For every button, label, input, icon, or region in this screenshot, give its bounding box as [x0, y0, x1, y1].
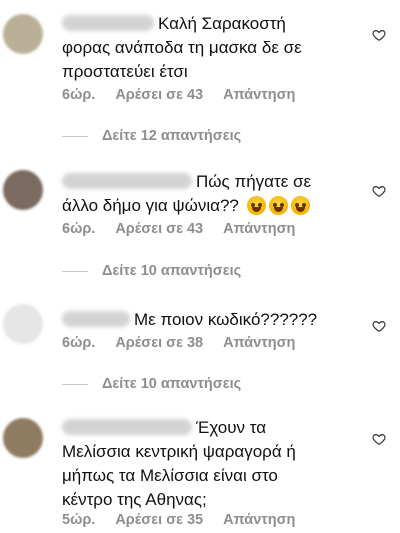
- username[interactable]: [62, 419, 192, 435]
- heart-outline-icon[interactable]: [372, 184, 386, 198]
- likes-count[interactable]: Αρέσει σε 43: [115, 221, 203, 237]
- avatar[interactable]: [3, 304, 43, 344]
- comment-item: Με ποιον κωδικό?????? 6ώρ. Αρέσει σε 38 …: [0, 290, 400, 370]
- comment-item: Έχουν τα Μελίσσια κεντρική ψαραγορά ή μή…: [0, 400, 400, 533]
- comment-meta: 6ώρ. Αρέσει σε 43 Απάντηση: [62, 87, 295, 103]
- view-replies-label: Δείτε 10 απαντήσεις: [102, 263, 242, 279]
- replies-divider: [62, 383, 88, 385]
- comment-item: Πώς πήγατε σε άλλο δήμο για ψώνια?? 6ώρ.…: [0, 150, 400, 270]
- heart-outline-icon[interactable]: [372, 432, 386, 446]
- laughing-emoji-icon: [290, 196, 310, 215]
- comment-item: Καλή Σαρακοστή φορας ανάποδα τη μασκα δε…: [0, 0, 400, 120]
- comments-feed: Καλή Σαρακοστή φορας ανάποδα τη μασκα δε…: [0, 0, 400, 533]
- comment-body: Καλή Σαρακοστή φορας ανάποδα τη μασκα δε…: [62, 12, 362, 84]
- reply-button[interactable]: Απάντηση: [223, 335, 295, 351]
- heart-outline-icon[interactable]: [372, 28, 386, 42]
- avatar[interactable]: [3, 418, 43, 458]
- replies-divider: [62, 135, 88, 137]
- comment-meta: 6ώρ. Αρέσει σε 43 Απάντηση: [62, 221, 295, 237]
- comment-time: 6ώρ.: [62, 87, 96, 103]
- username[interactable]: [62, 311, 130, 327]
- comment-time: 5ώρ.: [62, 512, 96, 528]
- reply-button[interactable]: Απάντηση: [223, 221, 295, 237]
- comment-time: 6ώρ.: [62, 221, 96, 237]
- comment-meta: 5ώρ. Αρέσει σε 35 Απάντηση: [62, 512, 295, 528]
- comment-time: 6ώρ.: [62, 335, 96, 351]
- heart-outline-icon[interactable]: [372, 319, 386, 333]
- comment-text: Με ποιον κωδικό??????: [134, 310, 318, 329]
- comment-body: Πώς πήγατε σε άλλο δήμο για ψώνια??: [62, 170, 362, 218]
- avatar[interactable]: [3, 14, 43, 54]
- reply-button[interactable]: Απάντηση: [223, 512, 295, 528]
- username[interactable]: [62, 173, 192, 189]
- likes-count[interactable]: Αρέσει σε 43: [115, 87, 203, 103]
- view-replies-label: Δείτε 12 απαντήσεις: [102, 128, 242, 144]
- username[interactable]: [62, 15, 154, 31]
- reply-button[interactable]: Απάντηση: [223, 87, 295, 103]
- view-replies-link[interactable]: Δείτε 10 απαντήσεις: [62, 376, 241, 392]
- replies-divider: [62, 270, 88, 272]
- laughing-emoji-icon: [268, 196, 288, 215]
- view-replies-link[interactable]: Δείτε 12 απαντήσεις: [62, 128, 241, 144]
- likes-count[interactable]: Αρέσει σε 35: [115, 512, 203, 528]
- comment-body: Έχουν τα Μελίσσια κεντρική ψαραγορά ή μή…: [62, 416, 362, 512]
- view-replies-link[interactable]: Δείτε 10 απαντήσεις: [62, 263, 241, 279]
- avatar[interactable]: [3, 170, 43, 210]
- view-replies-label: Δείτε 10 απαντήσεις: [102, 376, 242, 392]
- likes-count[interactable]: Αρέσει σε 38: [115, 335, 203, 351]
- comment-meta: 6ώρ. Αρέσει σε 38 Απάντηση: [62, 335, 295, 351]
- laughing-emoji-icon: [246, 196, 266, 215]
- comment-body: Με ποιον κωδικό??????: [62, 308, 362, 332]
